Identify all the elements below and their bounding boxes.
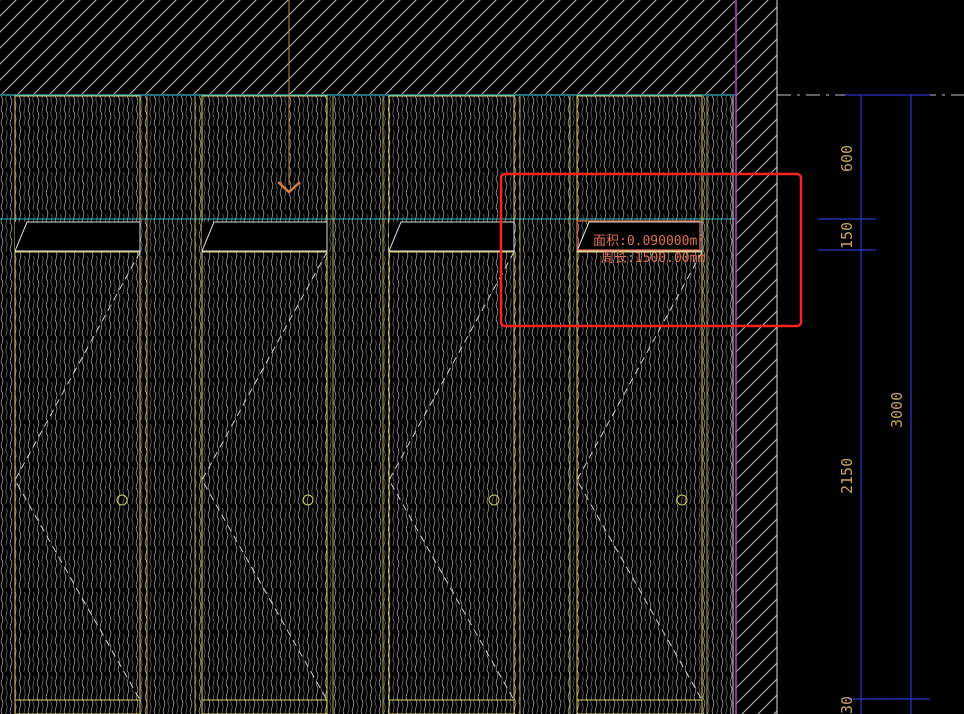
cad-drawing-canvas[interactable]: 面积:0.090000m² 周长:1500.00mm 600 150 2150 … xyxy=(0,0,964,714)
hatch-band-top xyxy=(0,0,735,94)
wood-texture-area xyxy=(0,96,733,714)
dimension-label-3000: 3000 xyxy=(888,392,906,428)
perimeter-measurement-label: 周长:1500.00mm xyxy=(601,251,705,266)
hatch-wall-right xyxy=(736,0,777,714)
dimension-label-2150: 2150 xyxy=(838,458,856,494)
dimension-label-600: 600 xyxy=(838,145,856,172)
dimension-label-150: 150 xyxy=(838,222,856,249)
dimension-label-bottom: 30 xyxy=(838,696,856,714)
area-measurement-label: 面积:0.090000m² xyxy=(593,234,705,249)
